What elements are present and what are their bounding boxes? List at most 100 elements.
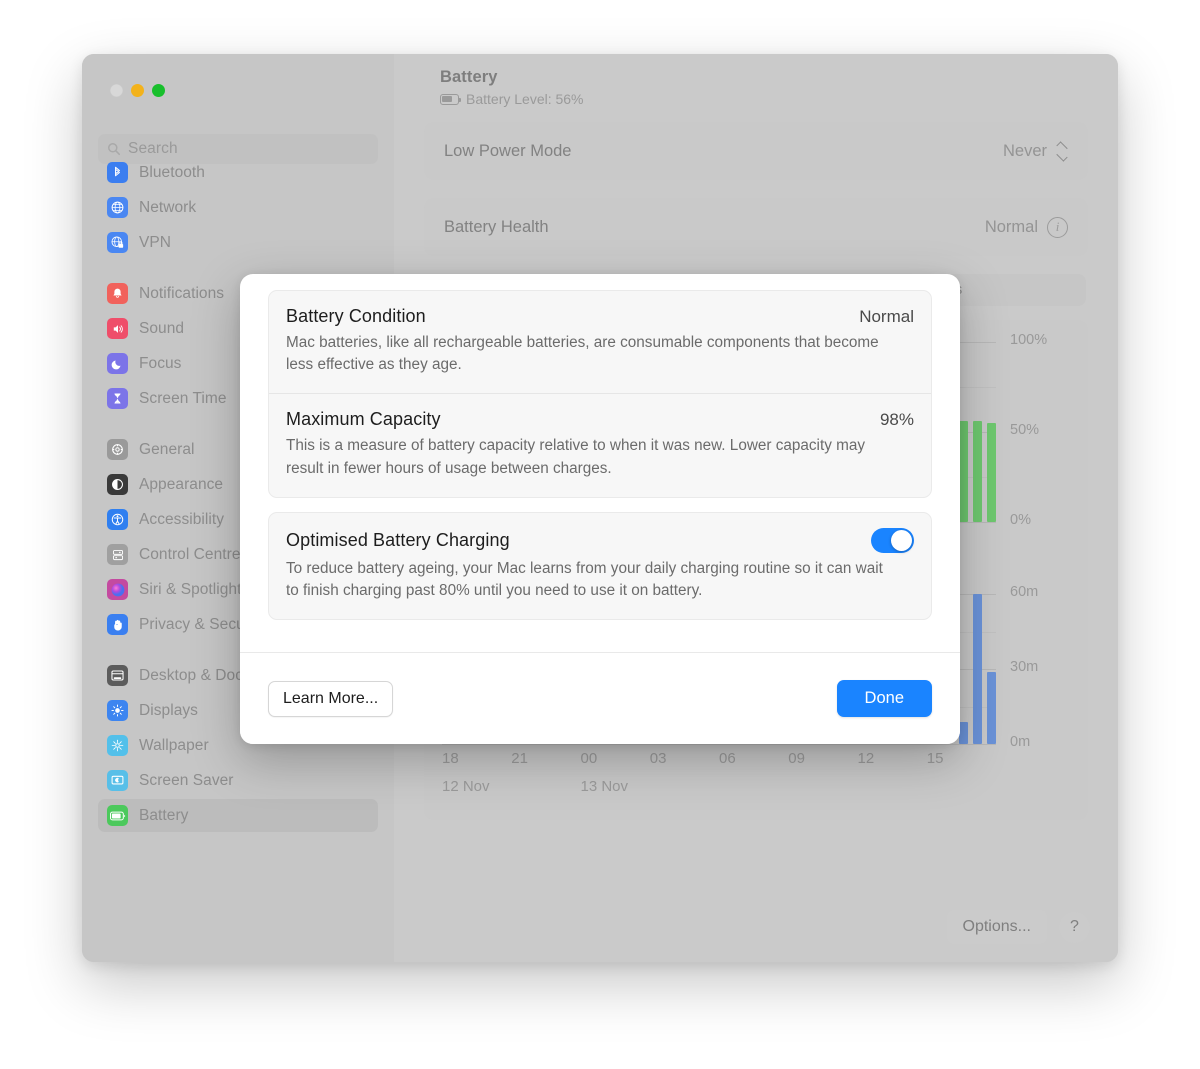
sidebar-item-bluetooth[interactable]: Bluetooth <box>98 156 378 189</box>
hourglass-icon <box>107 388 128 409</box>
x-axis-tick-label: 06 <box>719 750 736 767</box>
wallpaper-icon <box>107 735 128 756</box>
sidebar-item-label: Control Centre <box>139 545 241 563</box>
chevron-updown-icon[interactable] <box>1056 142 1068 161</box>
sidebar-item-label: Wallpaper <box>139 736 209 754</box>
optimised-battery-charging-row: Optimised Battery Charging To reduce bat… <box>269 513 931 619</box>
row-low-power-mode[interactable]: Low Power Mode Never <box>424 122 1088 180</box>
row-battery-health[interactable]: Battery Health Normal i <box>424 198 1088 256</box>
sidebar-item-label: Screen Time <box>139 389 227 407</box>
sidebar-item-label: Displays <box>139 701 198 719</box>
y-axis-tick-label: 50% <box>1010 422 1040 438</box>
y-axis-tick-label: 0% <box>1010 512 1031 528</box>
close-button[interactable] <box>110 84 123 97</box>
x-axis-tick-label: 21 <box>511 750 528 767</box>
speaker-icon <box>107 318 128 339</box>
maximise-button[interactable] <box>152 84 165 97</box>
optimised-battery-charging-toggle[interactable] <box>871 527 914 553</box>
dialog-footer: Learn More... Done <box>240 652 960 744</box>
sidebar-item-vpn[interactable]: VPN <box>98 226 378 259</box>
options-button[interactable]: Options... <box>946 910 1047 944</box>
chart-bar <box>959 421 968 522</box>
help-button[interactable]: ? <box>1059 911 1090 943</box>
screen-saver-icon <box>107 770 128 791</box>
x-axis-tick-label: 09 <box>788 750 805 767</box>
sidebar-item-label: Desktop & Dock <box>139 666 251 684</box>
sidebar-item-label: Battery <box>139 806 189 824</box>
row-title: Maximum Capacity <box>286 409 441 430</box>
row-title: Battery Condition <box>286 306 426 326</box>
row-title: Optimised Battery Charging <box>286 529 510 550</box>
control-centre-icon <box>107 544 128 565</box>
maximum-capacity-row: Maximum Capacity 98% This is a measure o… <box>269 393 931 496</box>
gear-icon <box>107 439 128 460</box>
content-bottom-bar: Options... ? <box>946 910 1090 944</box>
page-title: Battery <box>440 68 498 86</box>
screen: Search Bluetooth Network VPN Notifications S… <box>0 0 1200 1069</box>
chart-bar <box>987 671 996 744</box>
battery-health-card: Battery Health Normal i <box>424 198 1088 256</box>
bell-icon <box>107 283 128 304</box>
row-value: Normal <box>859 306 914 326</box>
y-axis-tick-label: 30m <box>1010 659 1039 675</box>
row-value: 98% <box>879 409 914 429</box>
x-axis-tick-label: 15 <box>926 750 944 767</box>
sidebar-item-label: Siri & Spotlight <box>139 580 242 598</box>
battery-condition-row: Battery Condition Normal Mac batteries, … <box>269 291 931 393</box>
sidebar-item-label: VPN <box>139 233 172 251</box>
y-axis-tick-label: 0m <box>1010 734 1031 750</box>
battery-health-dialog: Battery Condition Normal Mac batteries, … <box>240 274 960 744</box>
chart-bar <box>973 594 982 744</box>
chart-bar <box>959 721 968 744</box>
appearance-icon <box>107 474 128 495</box>
row-description: Mac batteries, like all rechargeable bat… <box>286 334 879 374</box>
dock-icon <box>107 665 128 686</box>
x-axis-tick-label: 12 <box>857 750 875 767</box>
dialog-body: Battery Condition Normal Mac batteries, … <box>240 274 960 652</box>
sidebar-item-network[interactable]: Network <box>98 191 378 224</box>
x-axis-tick-label: 03 <box>649 750 667 767</box>
x-axis-date-label: 13 Nov <box>580 778 629 795</box>
sidebar-group-0: Bluetooth Network VPN <box>82 156 394 259</box>
sidebar-item-label: Bluetooth <box>139 163 205 181</box>
row-description: To reduce battery ageing, your Mac learn… <box>286 559 883 599</box>
y-axis-tick-label: 100% <box>1010 332 1048 348</box>
minimise-button[interactable] <box>131 84 144 97</box>
window-traffic-lights <box>110 84 165 97</box>
accessibility-icon <box>107 509 128 530</box>
battery-icon <box>440 93 462 105</box>
x-axis-tick-label: 18 <box>442 750 459 767</box>
row-label: Battery Health <box>444 217 549 236</box>
row-value: Normal <box>984 217 1038 236</box>
y-axis-tick-label: 60m <box>1010 584 1039 600</box>
sidebar-item-label: Network <box>139 198 197 216</box>
done-button[interactable]: Done <box>836 680 932 717</box>
optimised-battery-charging-card: Optimised Battery Charging To reduce bat… <box>268 511 932 621</box>
battery-condition-card: Battery Condition Normal Mac batteries, … <box>268 290 932 498</box>
battery-level-status: Battery Level: 56% <box>440 91 1118 107</box>
chart-bar <box>987 423 996 522</box>
content-header: Battery Battery Level: 56% <box>394 54 1118 122</box>
low-power-mode-card: Low Power Mode Never <box>424 122 1088 180</box>
brightness-icon <box>107 700 128 721</box>
sidebar-item-label: Accessibility <box>139 510 225 528</box>
sidebar-item-label: Appearance <box>139 475 224 493</box>
sidebar-item-battery[interactable]: Battery <box>98 799 378 832</box>
info-icon[interactable]: i <box>1047 216 1068 238</box>
bluetooth-icon <box>107 162 128 183</box>
hand-icon <box>107 614 128 635</box>
globe-icon <box>107 197 128 218</box>
sidebar-item-label: Screen Saver <box>139 771 234 789</box>
globe-lock-icon <box>107 232 128 253</box>
battery-icon <box>107 805 128 826</box>
siri-icon <box>107 579 128 600</box>
battery-level-label: Battery Level: 56% <box>466 91 584 107</box>
moon-icon <box>107 353 128 374</box>
learn-more-button[interactable]: Learn More... <box>268 680 394 717</box>
sidebar-item-screen-saver[interactable]: Screen Saver <box>98 764 378 797</box>
x-axis-tick-label: 00 <box>580 750 598 767</box>
search-icon <box>107 142 121 156</box>
x-axis-date-label: 12 Nov <box>442 778 490 795</box>
sidebar-item-label: General <box>139 440 195 458</box>
chart-x-axis: 18 21 00 03 06 09 12 15 12 Nov 13 Nov <box>442 744 996 802</box>
